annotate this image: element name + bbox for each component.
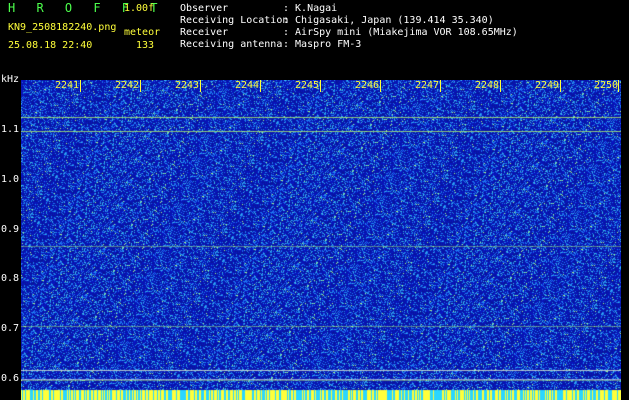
observer-label: Observer [180,3,229,14]
x-tick-2242: 2242 [115,80,140,91]
x-marker [618,80,619,92]
y-tick-0-7: 0.7 [0,323,19,334]
location-value: : Chigasaki, Japan (139.414 35.340) [283,15,494,26]
x-marker [380,80,381,92]
mode-label: meteor [124,27,161,38]
antenna-value: : Maspro FM-3 [283,39,362,50]
x-marker [200,80,201,92]
version-label: 1.00f [124,3,155,14]
location-label: Receiving Location [180,15,289,26]
x-tick-2250: 2250 [594,80,619,91]
x-tick-2243: 2243 [175,80,200,91]
datetime-label: 25.08.18 22:40 [8,40,93,51]
x-tick-2247: 2247 [415,80,440,91]
x-marker [320,80,321,92]
hrofft-window: H R O F F T 1.00f KN9_2508182240.png met… [0,0,629,400]
y-tick-0-8: 0.8 [0,273,19,284]
x-tick-2244: 2244 [235,80,260,91]
receiver-label: Receiver [180,27,229,38]
antenna-label: Receiving antenna [180,39,283,50]
x-marker [440,80,441,92]
spectrogram-plot[interactable] [21,80,621,400]
y-tick-0-6: 0.6 [0,373,19,384]
plot-right-border [621,80,629,400]
meteor-count: 133 [136,40,155,51]
x-marker [560,80,561,92]
x-marker [500,80,501,92]
x-tick-2241: 2241 [55,80,80,91]
x-marker [140,80,141,92]
y-tick-1-0: 1.0 [0,174,19,185]
file-name: KN9_2508182240.png [8,22,117,33]
x-marker [80,80,81,92]
x-tick-2245: 2245 [295,80,320,91]
x-tick-2249: 2249 [535,80,560,91]
observer-value: : K.Nagai [283,3,338,14]
y-axis-unit: kHz [1,74,20,85]
x-tick-2248: 2248 [475,80,500,91]
receiver-value: : AirSpy mini (Miakejima VOR 108.65MHz) [283,27,518,38]
x-marker [260,80,261,92]
x-tick-2246: 2246 [355,80,380,91]
y-tick-0-9: 0.9 [0,224,19,235]
y-tick-1-1: 1.1 [0,124,19,135]
